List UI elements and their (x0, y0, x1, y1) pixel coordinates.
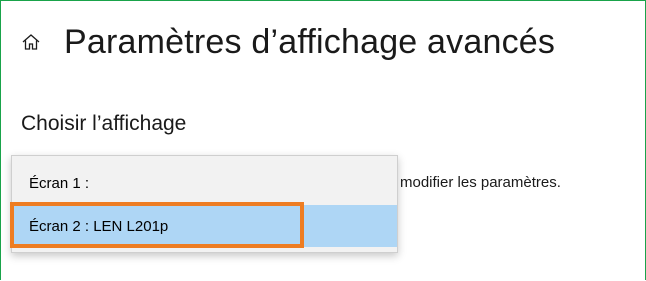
page-title: Paramètres d’affichage avancés (64, 22, 556, 61)
hint-text: modifier les paramètres. (400, 174, 561, 191)
display-dropdown-list[interactable]: Écran 1 : Écran 2 : LEN L201p (11, 155, 398, 253)
home-icon[interactable] (20, 31, 42, 53)
option-label: Écran 1 : (29, 174, 90, 192)
section-heading: Choisir l’affichage (21, 112, 187, 135)
option-label: Écran 2 : LEN L201p (29, 217, 169, 235)
page-header: Paramètres d’affichage avancés (20, 22, 555, 62)
dropdown-option-screen-2[interactable]: Écran 2 : LEN L201p (12, 205, 397, 247)
dropdown-option-screen-1[interactable]: Écran 1 : (12, 162, 397, 204)
